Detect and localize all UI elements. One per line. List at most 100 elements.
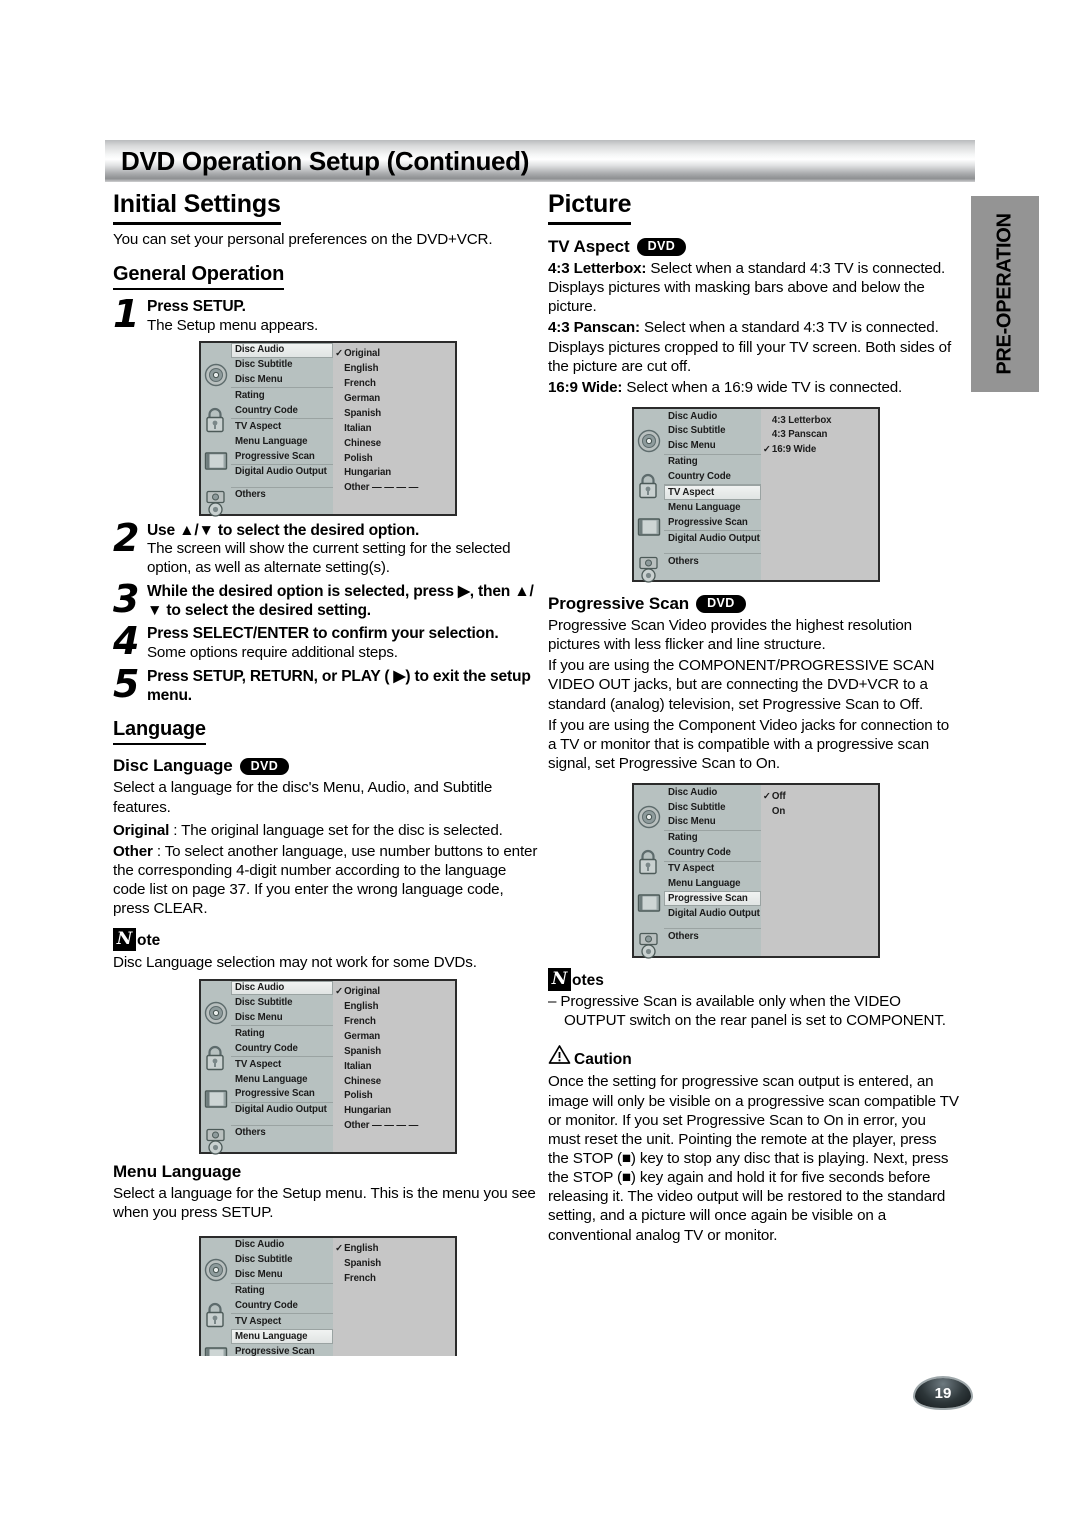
osd-row-progressive-scan[interactable]: Progressive Scan (664, 515, 761, 532)
osd-row-disc-audio[interactable]: Disc Audio (231, 1238, 333, 1253)
osd-option-french[interactable]: ✓French (333, 1014, 455, 1029)
osd-option-wide[interactable]: ✓16:9 Wide (761, 443, 878, 458)
osd-row-disc-subtitle[interactable]: Disc Subtitle (231, 358, 333, 373)
osd-row-rating[interactable]: Rating (231, 388, 333, 403)
page-number-badge: 19 (915, 1378, 971, 1408)
osd-option-chinese[interactable]: ✓Chinese (333, 436, 455, 451)
osd-row-disc-audio[interactable]: Disc Audio (231, 980, 334, 996)
osd-row-rating[interactable]: Rating (231, 1026, 333, 1041)
osd-option-label: German (344, 1030, 381, 1042)
osd-option-label: French (344, 378, 376, 390)
osd-row-disc-menu[interactable]: Disc Menu (231, 1268, 334, 1284)
osd-option-french[interactable]: ✓French (333, 1272, 455, 1287)
osd-row-rating[interactable]: Rating (231, 1284, 333, 1299)
osd-row-menu-language[interactable]: Menu Language (231, 1329, 334, 1345)
osd-row-tv-aspect[interactable]: TV Aspect (231, 1057, 333, 1072)
osd-option-english[interactable]: ✓English (333, 999, 455, 1014)
osd-option-german[interactable]: ✓German (333, 391, 455, 406)
disc-icon (204, 363, 228, 387)
osd-option-label: Hungarian (344, 1105, 392, 1117)
osd-option-german[interactable]: ✓German (333, 1029, 455, 1044)
osd-row-menu-language[interactable]: Menu Language (664, 500, 761, 515)
osd-option-italian[interactable]: ✓Italian (333, 1059, 455, 1074)
osd-row-progressive-scan[interactable]: Progressive Scan (664, 891, 761, 907)
osd-row-progressive-scan[interactable]: Progressive Scan (231, 449, 334, 465)
osd-option-english[interactable]: ✓English (333, 1242, 455, 1257)
osd-option-panscan[interactable]: ✓4:3 Panscan (761, 428, 878, 443)
osd-row-menu-language[interactable]: Menu Language (231, 1072, 333, 1087)
osd-option-spanish[interactable]: ✓Spanish (333, 1257, 455, 1272)
osd-row-progressive-scan[interactable]: Progressive Scan (231, 1344, 333, 1355)
osd-row-tv-aspect[interactable]: TV Aspect (664, 862, 761, 877)
osd-row-menu-language[interactable]: Menu Language (231, 434, 333, 449)
osd-option-label: 16:9 Wide (771, 444, 817, 456)
osd-option-off[interactable]: ✓Off (761, 789, 878, 804)
osd-row-others[interactable]: Others (664, 554, 761, 569)
osd-row-disc-menu[interactable]: Disc Menu (231, 1010, 334, 1027)
osd-row-digital-audio-output[interactable]: Digital Audio Output (664, 906, 761, 921)
osd-row-disc-audio[interactable]: Disc Audio (231, 342, 334, 358)
osd-option-other[interactable]: ✓Other — — — — (333, 481, 455, 496)
osd-option-italian[interactable]: ✓Italian (333, 421, 455, 436)
osd-option-other[interactable]: ✓Other — — — — (333, 1119, 455, 1134)
osd-row-disc-menu[interactable]: Disc Menu (664, 815, 761, 831)
osd-option-original[interactable]: ✓Original (333, 985, 455, 1000)
osd-option-english[interactable]: ✓English (333, 362, 455, 377)
heading-language: Language (113, 718, 206, 746)
osd-option-label: Polish (344, 1090, 373, 1102)
osd-row-others[interactable]: Others (231, 488, 333, 503)
osd-row-country-code[interactable]: Country Code (664, 846, 761, 862)
osd-row-tv-aspect[interactable]: TV Aspect (231, 419, 333, 434)
osd-row-disc-audio[interactable]: Disc Audio (664, 785, 761, 800)
osd-row-others[interactable]: Others (664, 929, 761, 944)
osd-row-digital-audio-output[interactable]: Digital Audio Output (664, 531, 761, 546)
osd-row-rating[interactable]: Rating (664, 831, 761, 846)
menu-language-title: Menu Language (113, 1161, 242, 1181)
osd-row-digital-audio-output[interactable]: Digital Audio Output (231, 465, 333, 480)
osd-row-disc-subtitle[interactable]: Disc Subtitle (231, 995, 333, 1010)
osd-row-tv-aspect[interactable]: TV Aspect (231, 1314, 333, 1329)
osd-row-disc-audio[interactable]: Disc Audio (664, 409, 761, 424)
osd-row-disc-menu[interactable]: Disc Menu (664, 439, 761, 455)
tv-aspect-letterbox: 4:3 Letterbox: Select when a standard 4:… (548, 259, 960, 316)
osd-option-hungarian[interactable]: ✓Hungarian (333, 466, 455, 481)
osd-option-chinese[interactable]: ✓Chinese (333, 1074, 455, 1089)
osd-option-original[interactable]: ✓Original (333, 347, 455, 362)
disc-icon (204, 1258, 228, 1282)
osd-option-label: English (344, 363, 379, 375)
osd-row-disc-subtitle[interactable]: Disc Subtitle (664, 800, 761, 815)
tv-aspect-title: TV Aspect (548, 237, 630, 256)
osd-row-menu-language[interactable]: Menu Language (664, 876, 761, 891)
step-3-number: 3 (113, 577, 140, 622)
osd-row-disc-subtitle[interactable]: Disc Subtitle (664, 424, 761, 439)
notes-item-1-text: – Progressive Scan is available only whe… (548, 993, 946, 1030)
lock-icon (204, 1302, 226, 1328)
osd-row-disc-subtitle[interactable]: Disc Subtitle (231, 1253, 333, 1268)
osd-row-country-code[interactable]: Country Code (231, 1041, 334, 1058)
osd-option-spanish[interactable]: ✓Spanish (333, 406, 455, 421)
osd-row-country-code[interactable]: Country Code (231, 1298, 334, 1315)
osd-row-rating[interactable]: Rating (664, 455, 761, 470)
osd-option-letterbox[interactable]: ✓4:3 Letterbox (761, 413, 878, 428)
osd-row-country-code[interactable]: Country Code (231, 403, 334, 420)
osd-option-spanish[interactable]: ✓Spanish (333, 1044, 455, 1059)
osd-row-tv-aspect[interactable]: TV Aspect (664, 485, 761, 501)
osd-left-rows: Disc Audio Disc Subtitle Disc Menu Ratin… (664, 785, 761, 956)
osd-option-polish[interactable]: ✓Polish (333, 1089, 455, 1104)
osd-row-country-code[interactable]: Country Code (664, 470, 761, 486)
osd-row-digital-audio-output[interactable]: Digital Audio Output (231, 1103, 333, 1118)
dvd-badge: DVD (239, 757, 290, 776)
osd-option-french[interactable]: ✓French (333, 376, 455, 391)
osd-option-hungarian[interactable]: ✓Hungarian (333, 1104, 455, 1119)
step-2-bold: Use ▲/▼ to select the desired option. (147, 521, 420, 539)
digital-audio-output-icon (204, 1128, 228, 1156)
osd-row-progressive-scan[interactable]: Progressive Scan (231, 1087, 334, 1103)
osd-option-on[interactable]: ✓On (761, 804, 878, 819)
osd-option-label: Chinese (344, 1075, 382, 1087)
step-5-bold: Press SETUP, RETURN, or PLAY ( ▶) to exi… (147, 668, 531, 704)
disc-icon (637, 805, 661, 829)
osd-row-others[interactable]: Others (231, 1126, 333, 1141)
osd-row-disc-menu[interactable]: Disc Menu (231, 372, 334, 389)
osd-option-polish[interactable]: ✓Polish (333, 451, 455, 466)
step-4-bold: Press SELECT/ENTER to confirm your selec… (147, 625, 499, 643)
